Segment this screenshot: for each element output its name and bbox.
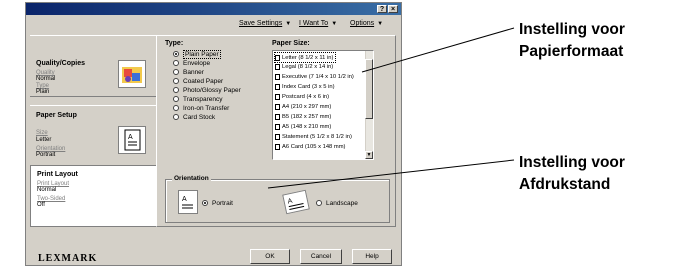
orientation-callout-line [267,159,515,189]
paper-size-callout-line [361,27,515,73]
paper-size-annotation-line1: Instelling voor [519,21,625,38]
paper-size-annotation-line2: Papierformaat [519,43,624,60]
callout-lines [267,27,515,189]
orientation-annotation-line2: Afdrukstand [519,176,611,193]
orientation-annotation-line1: Instelling voor [519,154,625,171]
